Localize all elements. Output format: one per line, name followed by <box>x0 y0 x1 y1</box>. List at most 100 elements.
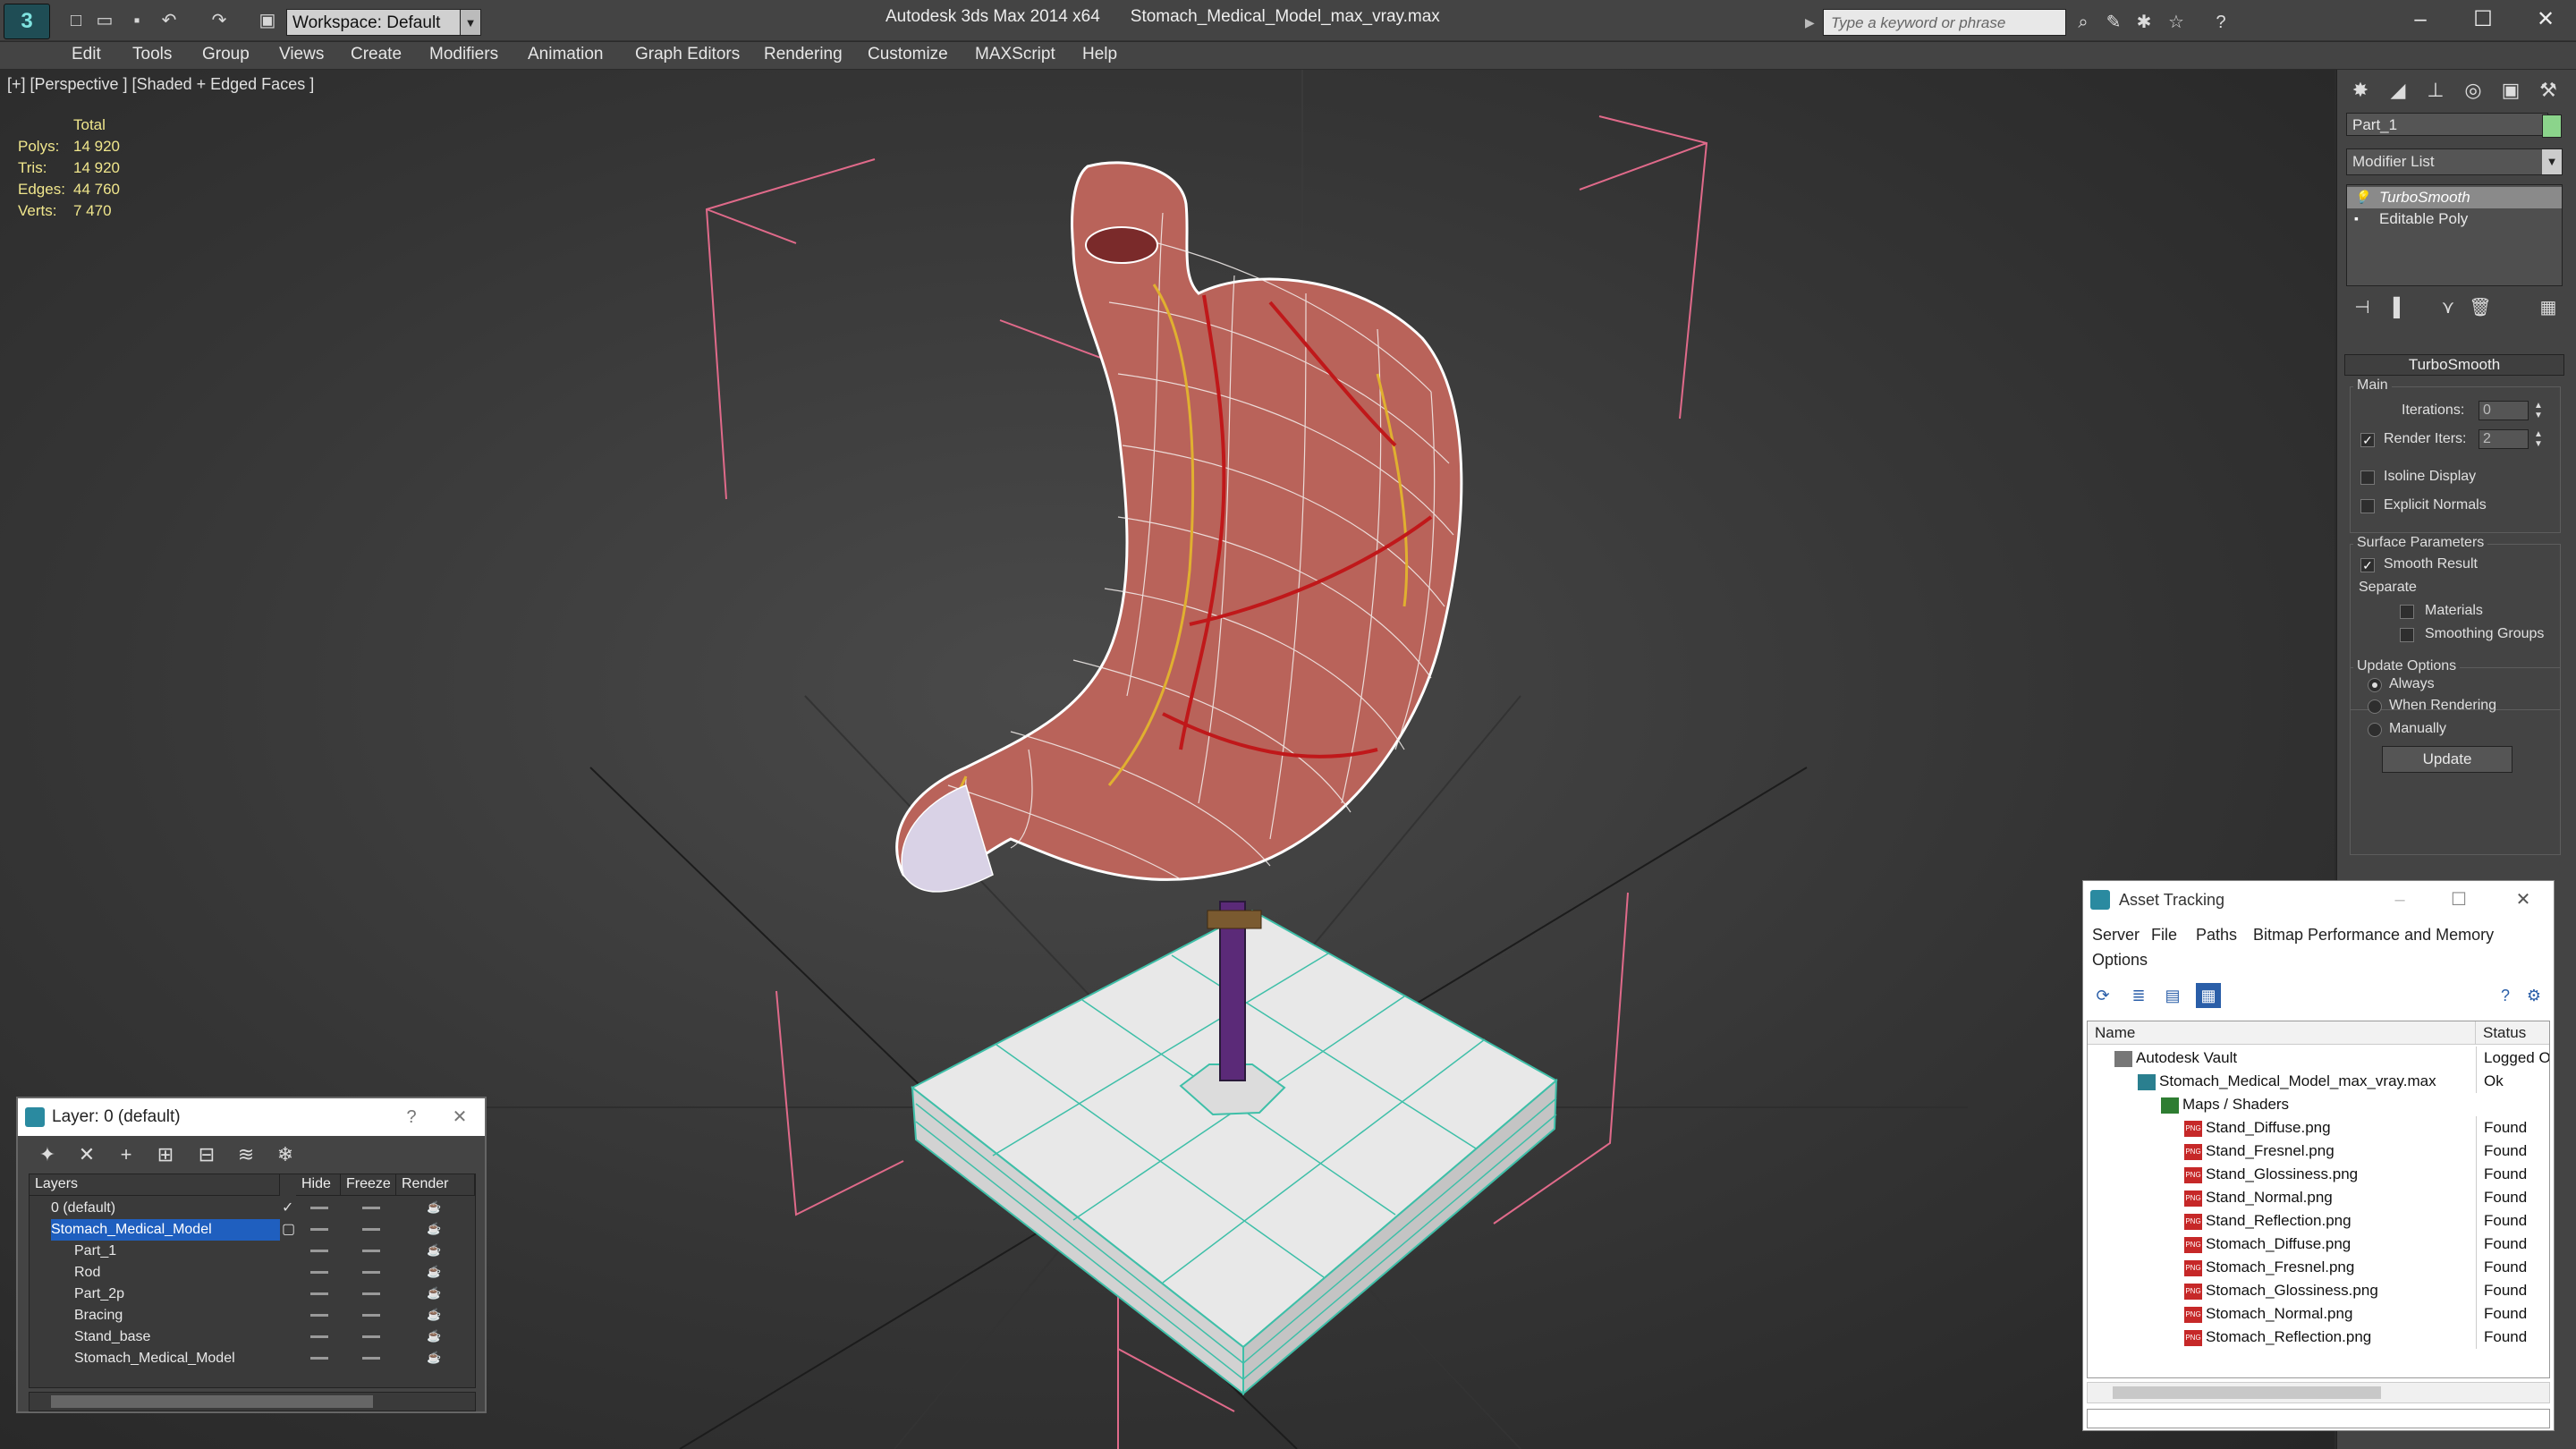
hide-toggle[interactable] <box>310 1271 328 1274</box>
freeze-toggle[interactable] <box>362 1314 380 1317</box>
workspace-dropdown[interactable]: Workspace: Default ▼ <box>286 9 481 36</box>
close-icon[interactable]: ✕ <box>2505 881 2541 919</box>
scrollbar-thumb[interactable] <box>2113 1386 2381 1399</box>
workspace-menu-button[interactable]: ▼ <box>460 9 481 36</box>
asset-menu-file[interactable]: File <box>2151 926 2177 945</box>
column-header-render[interactable]: Render <box>396 1174 475 1196</box>
asset-menu-server[interactable]: Server <box>2092 926 2140 945</box>
object-name-field[interactable]: Part_1 <box>2346 113 2548 136</box>
exchange-icon[interactable]: ✱ <box>2132 11 2156 34</box>
render-teapot-icon[interactable]: ☕ <box>427 1287 441 1300</box>
always-radio[interactable] <box>2368 678 2382 692</box>
app-logo-icon[interactable]: 3 <box>4 4 50 39</box>
list-view-icon[interactable]: ≣ <box>2126 983 2151 1008</box>
set-current-icon[interactable]: ▢ <box>282 1219 298 1241</box>
freeze-toggle[interactable] <box>362 1357 380 1360</box>
select-objects-icon[interactable]: ⊞ <box>152 1141 179 1168</box>
materials-checkbox[interactable] <box>2400 605 2414 619</box>
explicit-normals-checkbox[interactable] <box>2360 499 2375 513</box>
column-header-freeze[interactable]: Freeze <box>341 1174 396 1196</box>
utilities-tab-icon[interactable]: ⚒ <box>2532 75 2564 106</box>
layer-name[interactable]: Bracing <box>74 1305 280 1326</box>
asset-menu-options[interactable]: Options <box>2092 951 2148 970</box>
menu-modifiers[interactable]: Modifiers <box>429 45 498 64</box>
hide-toggle[interactable] <box>310 1357 328 1360</box>
asset-menu-bitmap-performance[interactable]: Bitmap Performance and Memory <box>2253 926 2494 945</box>
help-icon[interactable]: ? <box>394 1098 429 1136</box>
hide-toggle[interactable] <box>310 1228 328 1231</box>
asset-row[interactable]: Autodesk Vault Logged O <box>2088 1046 2549 1070</box>
freeze-toggle[interactable] <box>362 1292 380 1295</box>
asset-row[interactable]: PNG Stand_Diffuse.png Found <box>2088 1116 2549 1140</box>
layer-row[interactable]: Part_1 ☕ <box>30 1241 475 1262</box>
render-teapot-icon[interactable]: ☕ <box>427 1352 441 1364</box>
horizontal-scrollbar[interactable] <box>2087 1382 2550 1403</box>
asset-row[interactable]: PNG Stand_Fresnel.png Found <box>2088 1140 2549 1163</box>
menu-help[interactable]: Help <box>1082 45 1117 64</box>
render-iters-checkbox[interactable]: ✓ <box>2360 433 2375 447</box>
layer-row[interactable]: Part_2p ☕ <box>30 1284 475 1305</box>
asset-row[interactable]: Stomach_Medical_Model_max_vray.max Ok <box>2088 1070 2549 1093</box>
spinner-arrows-icon[interactable]: ▲ ▼ <box>2532 401 2545 420</box>
close-icon[interactable]: ✕ <box>442 1098 478 1136</box>
layer-name[interactable]: Stand_base <box>74 1326 280 1348</box>
create-tab-icon[interactable]: ✸ <box>2344 75 2377 106</box>
freeze-toggle[interactable] <box>362 1207 380 1209</box>
render-teapot-icon[interactable]: ☕ <box>427 1201 441 1214</box>
freeze-toggle[interactable] <box>362 1271 380 1274</box>
new-file-icon[interactable]: □ <box>64 9 88 32</box>
scrollbar-thumb[interactable] <box>51 1395 373 1408</box>
stack-item-turbosmooth[interactable]: 💡 TurboSmooth <box>2347 187 2562 208</box>
table-view-icon[interactable]: ▦ <box>2196 983 2221 1008</box>
asset-row[interactable]: PNG Stomach_Fresnel.png Found <box>2088 1256 2549 1279</box>
lightbulb-icon[interactable]: 💡 <box>2354 191 2369 203</box>
display-tab-icon[interactable]: ▣ <box>2495 75 2527 106</box>
layer-name[interactable]: Part_1 <box>74 1241 280 1262</box>
iterations-spinner[interactable]: 0 <box>2479 401 2529 420</box>
isoline-checkbox[interactable] <box>2360 470 2375 485</box>
undo-icon[interactable]: ↶ <box>157 9 181 32</box>
hierarchy-tab-icon[interactable]: ⊥ <box>2419 75 2452 106</box>
delete-layer-icon[interactable]: ✕ <box>73 1141 100 1168</box>
refresh-icon[interactable]: ⟳ <box>2090 983 2115 1008</box>
spinner-arrows-icon[interactable]: ▲ ▼ <box>2532 429 2545 449</box>
rollout-turbosmooth[interactable]: TurboSmooth <box>2344 354 2564 376</box>
search-input[interactable]: Type a keyword or phrase <box>1823 9 2066 36</box>
motion-tab-icon[interactable]: ◎ <box>2457 75 2489 106</box>
menu-animation[interactable]: Animation <box>528 45 604 64</box>
layer-row[interactable]: Stand_base ☕ <box>30 1326 475 1348</box>
show-end-result-icon[interactable]: ▌ <box>2387 295 2412 320</box>
layer-row[interactable]: Stomach_Medical_Model ▢ ☕ <box>30 1219 475 1241</box>
layer-row[interactable]: Stomach_Medical_Model ☕ <box>30 1348 475 1369</box>
remove-modifier-icon[interactable]: 🗑 <box>2468 295 2493 320</box>
render-teapot-icon[interactable]: ☕ <box>427 1266 441 1278</box>
horizontal-scrollbar[interactable] <box>29 1392 476 1411</box>
asset-row[interactable]: PNG Stomach_Reflection.png Found <box>2088 1326 2549 1349</box>
manually-radio[interactable] <box>2368 723 2382 737</box>
layer-name[interactable]: Part_2p <box>74 1284 280 1305</box>
column-header-status[interactable]: Status <box>2476 1021 2549 1045</box>
asset-menu-paths[interactable]: Paths <box>2196 926 2237 945</box>
render-teapot-icon[interactable]: ☕ <box>427 1223 441 1235</box>
pin-stack-icon[interactable]: ⊣ <box>2350 295 2375 320</box>
freeze-toggle[interactable] <box>362 1335 380 1338</box>
layer-row[interactable]: 0 (default) ✓ ☕ <box>30 1198 475 1219</box>
wrench-icon[interactable]: ✎ <box>2102 11 2125 34</box>
asset-row[interactable]: PNG Stand_Normal.png Found <box>2088 1186 2549 1209</box>
help-icon[interactable]: ? <box>2493 983 2518 1008</box>
column-header-name[interactable]: Name <box>2088 1021 2476 1045</box>
hide-toggle[interactable] <box>310 1207 328 1209</box>
freeze-toggle[interactable] <box>362 1250 380 1252</box>
create-layer-icon[interactable]: + <box>113 1141 140 1168</box>
settings-icon[interactable]: ⚙ <box>2521 983 2546 1008</box>
hide-layers-icon[interactable]: ≋ <box>233 1141 259 1168</box>
render-iters-spinner[interactable]: 2 <box>2479 429 2529 449</box>
column-header-layers[interactable]: Layers <box>30 1174 280 1196</box>
menu-group[interactable]: Group <box>202 45 250 64</box>
asset-row[interactable]: PNG Stand_Reflection.png Found <box>2088 1209 2549 1233</box>
menu-edit[interactable]: Edit <box>72 45 101 64</box>
redo-icon[interactable]: ↷ <box>208 9 231 32</box>
maximize-icon[interactable]: ☐ <box>2441 881 2477 919</box>
layer-name[interactable]: Stomach_Medical_Model <box>51 1219 280 1241</box>
hide-toggle[interactable] <box>310 1292 328 1295</box>
